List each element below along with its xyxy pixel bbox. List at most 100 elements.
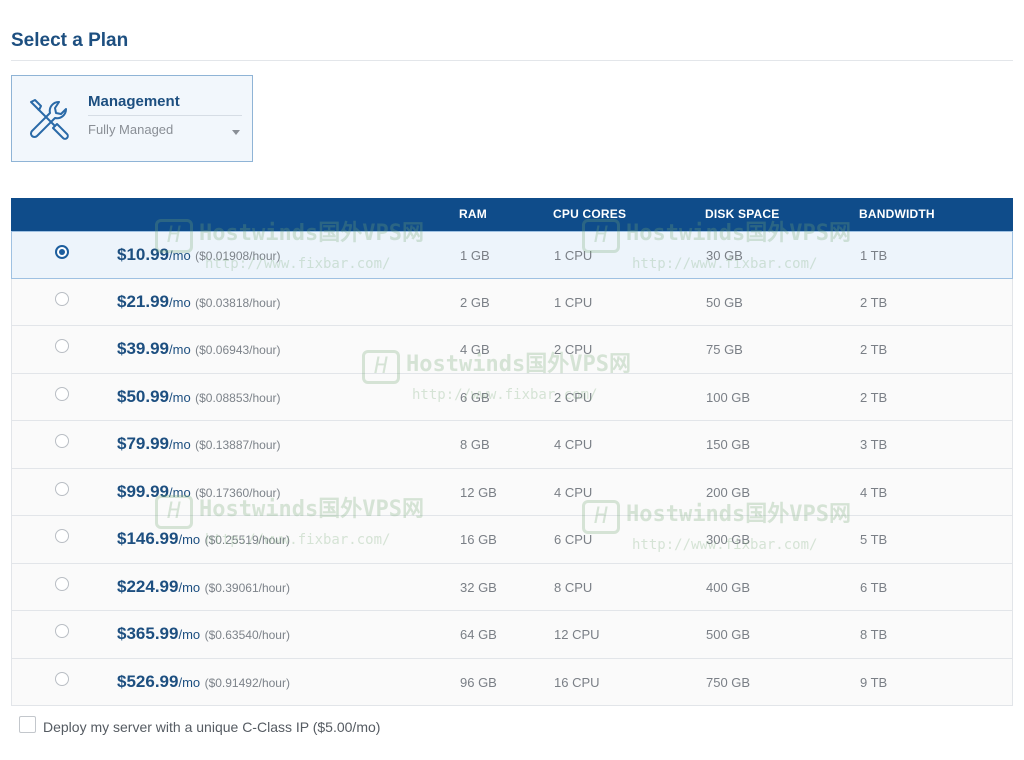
plan-radio[interactable]: [55, 339, 69, 353]
management-card[interactable]: Management Fully Managed: [11, 75, 253, 162]
plan-bandwidth: 2 TB: [860, 294, 888, 310]
plan-radio[interactable]: [55, 481, 69, 496]
plan-radio[interactable]: [55, 245, 69, 259]
plan-bandwidth: 3 TB: [860, 437, 888, 452]
price-monthly: $21.99: [117, 291, 169, 311]
cclass-label: Deploy my server with a unique C-Class I…: [43, 719, 381, 735]
price-monthly: $50.99: [117, 386, 169, 406]
header-disk-space: DISK SPACE: [705, 207, 780, 221]
cclass-checkbox[interactable]: [19, 716, 36, 733]
plan-row[interactable]: $99.99/mo ($0.17360/hour) 12 GB 4 CPU 200 G…: [11, 468, 1013, 516]
plan-bandwidth: 6 TB: [860, 579, 888, 595]
plan-bandwidth: 8 TB: [860, 627, 888, 642]
plan-ram: 16 GB: [460, 532, 497, 547]
plan-disk: 30 GB: [706, 248, 743, 263]
plan-radio[interactable]: [55, 529, 69, 543]
price-hourly: ($0.06943/hour): [195, 343, 281, 357]
plan-cpu: 16 CPU: [554, 674, 600, 690]
price-hourly: ($0.17360/hour): [195, 485, 281, 500]
header-cpu-cores: CPU CORES: [553, 207, 627, 221]
plan-radio[interactable]: [55, 291, 69, 306]
plan-disk: 75 GB: [706, 342, 743, 357]
plan-row[interactable]: $10.99/mo ($0.01908/hour) 1 GB 1 CPU 30 GB 1…: [11, 231, 1013, 279]
price-hourly: ($0.08853/hour): [195, 390, 281, 405]
plan-disk: 200 GB: [706, 484, 751, 500]
plan-price: $146.99/mo ($0.25519/hour): [117, 529, 290, 549]
price-monthly: $526.99: [117, 671, 179, 691]
price-period: /mo: [178, 627, 201, 642]
plan-bandwidth: 2 TB: [860, 342, 888, 357]
plan-cpu: 8 CPU: [554, 579, 593, 595]
price-period: /mo: [178, 532, 201, 547]
plan-disk: 400 GB: [706, 579, 751, 595]
title-divider: [11, 60, 1013, 61]
plan-ram: 12 GB: [460, 484, 497, 500]
plan-radio[interactable]: [55, 386, 69, 401]
plan-bandwidth: 4 TB: [860, 484, 888, 500]
plan-radio[interactable]: [55, 434, 69, 448]
price-period: /mo: [169, 389, 191, 405]
plan-ram: 1 GB: [460, 248, 490, 263]
caret-down-icon: [232, 130, 240, 135]
price-monthly: $10.99: [117, 245, 169, 264]
plan-bandwidth: 1 TB: [860, 248, 888, 263]
table-header: RAM CPU CORES DISK SPACE BANDWIDTH: [11, 198, 1013, 231]
management-selected-value: Fully Managed: [88, 122, 174, 137]
plan-price: $39.99/mo ($0.06943/hour): [117, 339, 281, 359]
plan-price: $10.99/mo ($0.01908/hour): [117, 245, 281, 265]
plan-row[interactable]: $526.99/mo ($0.91492/hour) 96 GB 16 CPU 750…: [11, 658, 1013, 706]
plan-row[interactable]: $146.99/mo ($0.25519/hour) 16 GB 6 CPU 300 …: [11, 516, 1013, 564]
price-hourly: ($0.63540/hour): [204, 628, 290, 642]
plan-disk: 500 GB: [706, 627, 751, 642]
plan-bandwidth: 5 TB: [860, 532, 888, 547]
price-hourly: ($0.25519/hour): [204, 533, 290, 547]
management-label: Management: [88, 93, 180, 110]
plan-price: $224.99/mo ($0.39061/hour): [117, 577, 290, 597]
price-monthly: $79.99: [117, 434, 169, 453]
price-period: /mo: [169, 342, 191, 357]
plan-price: $526.99/mo ($0.91492/hour): [117, 672, 290, 692]
plan-radio[interactable]: [55, 671, 69, 686]
price-hourly: ($0.03818/hour): [195, 295, 281, 310]
plan-row[interactable]: $50.99/mo ($0.08853/hour) 6 GB 2 CPU 100 GB…: [11, 373, 1013, 421]
plan-radio[interactable]: [55, 624, 69, 638]
price-period: /mo: [178, 579, 201, 595]
page-title: Select a Plan: [11, 30, 129, 51]
plan-cpu: 1 CPU: [554, 248, 593, 263]
plan-bandwidth: 9 TB: [860, 674, 888, 690]
plan-disk: 50 GB: [706, 294, 743, 310]
management-select[interactable]: Fully Managed: [88, 115, 242, 143]
plan-ram: 8 GB: [460, 437, 490, 452]
tools-icon: [29, 99, 69, 140]
plan-row[interactable]: $365.99/mo ($0.63540/hour) 64 GB 12 CPU 500…: [11, 611, 1013, 659]
price-period: /mo: [178, 674, 201, 690]
table-body: $10.99/mo ($0.01908/hour) 1 GB 1 CPU 30 GB 1…: [11, 231, 1013, 706]
plan-row[interactable]: $79.99/mo ($0.13887/hour) 8 GB 4 CPU 150 GB…: [11, 421, 1013, 469]
plan-row[interactable]: $39.99/mo ($0.06943/hour) 4 GB 2 CPU 75 GB 2…: [11, 326, 1013, 374]
plan-cpu: 1 CPU: [554, 294, 593, 310]
plan-disk: 750 GB: [706, 674, 751, 690]
plan-cpu: 12 CPU: [554, 627, 600, 642]
price-hourly: ($0.91492/hour): [204, 675, 290, 690]
plan-radio[interactable]: [55, 576, 69, 591]
price-monthly: $365.99: [117, 624, 179, 643]
price-hourly: ($0.01908/hour): [195, 249, 281, 263]
plan-price: $50.99/mo ($0.08853/hour): [117, 387, 281, 407]
plan-cpu: 6 CPU: [554, 532, 593, 547]
price-period: /mo: [169, 248, 191, 263]
price-period: /mo: [169, 484, 191, 500]
plan-price: $365.99/mo ($0.63540/hour): [117, 624, 290, 644]
plan-price: $99.99/mo ($0.17360/hour): [117, 482, 281, 502]
header-bandwidth: BANDWIDTH: [859, 207, 935, 221]
header-ram: RAM: [459, 207, 487, 221]
plan-ram: 32 GB: [460, 579, 497, 595]
plan-row[interactable]: $21.99/mo ($0.03818/hour) 2 GB 1 CPU 50 GB 2…: [11, 278, 1013, 326]
plan-ram: 2 GB: [460, 294, 490, 310]
price-monthly: $224.99: [117, 576, 179, 596]
plan-ram: 64 GB: [460, 627, 497, 642]
plan-price: $21.99/mo ($0.03818/hour): [117, 292, 281, 312]
plan-cpu: 2 CPU: [554, 342, 593, 357]
plan-disk: 100 GB: [706, 389, 751, 405]
price-hourly: ($0.13887/hour): [195, 438, 281, 452]
plan-row[interactable]: $224.99/mo ($0.39061/hour) 32 GB 8 CPU 400 …: [11, 563, 1013, 611]
